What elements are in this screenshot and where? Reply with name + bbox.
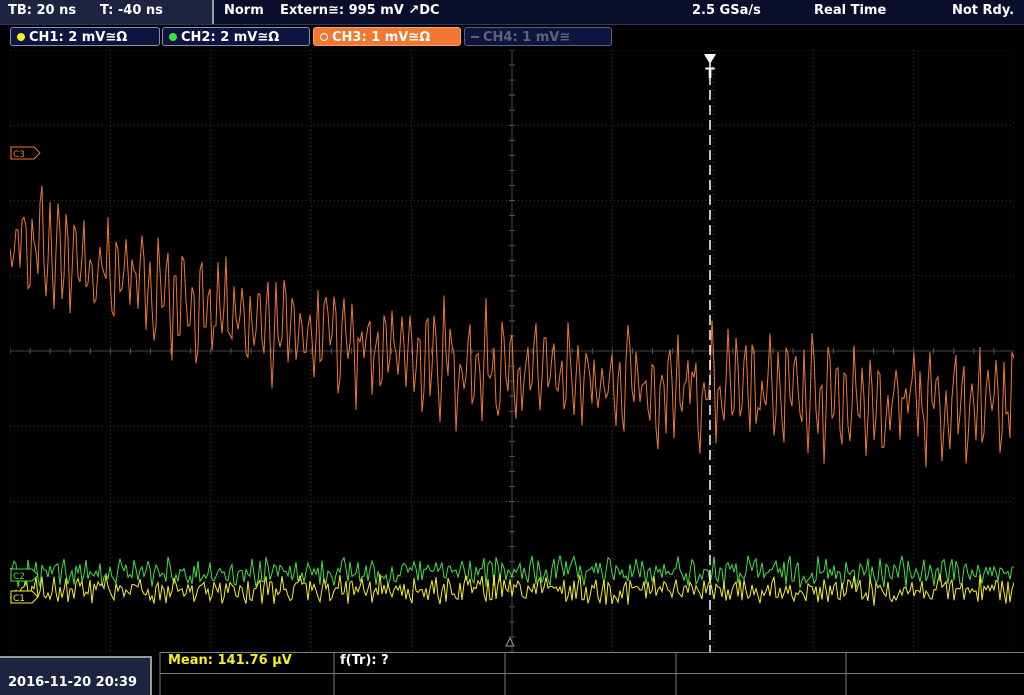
channel-2-button[interactable]: CH2: 2 mV≅Ω [162, 27, 310, 46]
datetime-value: 2016-11-20 20:39 [8, 675, 138, 690]
channel-4-button[interactable]: CH4: 1 mV≅ [464, 27, 612, 46]
waveform-display[interactable]: T C3 C2 C1 [10, 50, 1014, 652]
channel-4-label: CH4: 1 mV≅ [483, 30, 571, 45]
trigger-marker-label: T [705, 66, 715, 82]
channel-3-label: CH3: 1 mV≅Ω [332, 30, 431, 45]
trigger-time-value: T: -40 ns [100, 3, 163, 18]
rise-measurement[interactable]: f(Tr): ? [340, 653, 389, 668]
acquisition-mode: Real Time [814, 3, 887, 18]
trigger-source[interactable]: Extern≅: 995 mV ↗DC [280, 3, 440, 18]
acquisition-status: Not Rdy. [952, 3, 1015, 18]
measurement-bar [0, 652, 1024, 695]
channel-3-marker-label: C3 [13, 150, 25, 160]
channel-2-label: CH2: 2 mV≅Ω [181, 30, 280, 45]
channel-3-marker[interactable]: C3 [10, 146, 41, 160]
mean-measurement[interactable]: Mean: 141.76 µV [168, 653, 292, 668]
channel-2-marker[interactable]: C2 [10, 568, 39, 582]
time-reference-icon [505, 636, 515, 647]
channel-3-button[interactable]: CH3: 1 mV≅Ω [313, 27, 461, 46]
channel-1-label: CH1: 2 mV≅Ω [29, 30, 128, 45]
graticule [10, 50, 1014, 652]
channel-4-dash-icon [471, 36, 479, 38]
timebase-value: TB: 20 ns [8, 3, 77, 18]
channel-3-dot-icon [320, 33, 328, 41]
channel-2-dot-icon [169, 33, 177, 41]
datetime-box: 2016-11-20 20:39 [0, 656, 152, 695]
channel-1-marker[interactable]: C1 [10, 590, 39, 604]
trigger-position-icon[interactable] [704, 54, 716, 64]
timebase-box[interactable]: TB: 20 ns T: -40 ns [0, 0, 214, 24]
channel-2-marker-label: C2 [13, 572, 25, 582]
measurement-table-lines [159, 652, 1024, 695]
channel-bar: CH1: 2 mV≅Ω CH2: 2 mV≅Ω CH3: 1 mV≅Ω CH4:… [0, 25, 1024, 49]
status-bar: TB: 20 ns T: -40 ns Norm Extern≅: 995 mV… [0, 0, 1024, 25]
sample-rate: 2.5 GSa/s [692, 3, 761, 18]
channel-1-button[interactable]: CH1: 2 mV≅Ω [10, 27, 160, 46]
channel-1-dot-icon [17, 33, 25, 41]
channel-1-marker-label: C1 [13, 594, 25, 604]
trigger-mode[interactable]: Norm [224, 3, 264, 18]
